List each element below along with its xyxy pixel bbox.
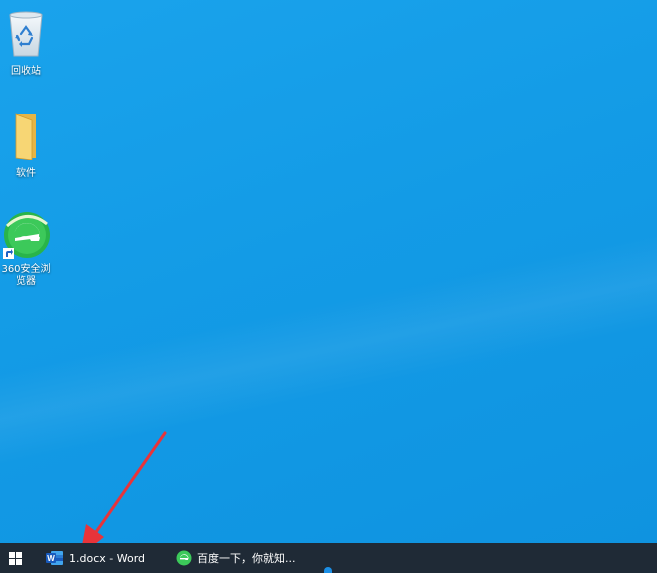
taskbar-item-label: 1.docx - Word <box>69 551 146 565</box>
desktop-icon-360-browser[interactable]: 360安全浏览器 <box>0 210 55 288</box>
desktop-icon-folder[interactable]: 软件 <box>0 112 55 180</box>
word-icon: W <box>46 550 64 566</box>
desktop: 回收站 软件 360安全浏览器 <box>0 0 657 543</box>
360-browser-icon <box>176 550 192 566</box>
wallpaper-light-beam <box>0 217 657 473</box>
desktop-icon-label: 360安全浏览器 <box>1 264 51 287</box>
taskbar-item-label: 百度一下，你就知... <box>197 552 296 565</box>
desktop-icon-label: 回收站 <box>11 66 41 77</box>
windows-start-icon <box>8 551 22 565</box>
shortcut-arrow-icon <box>3 248 14 259</box>
desktop-icon-recycle-bin[interactable]: 回收站 <box>0 10 55 78</box>
desktop-icon-label: 软件 <box>16 168 36 179</box>
svg-text:W: W <box>47 554 55 563</box>
start-button[interactable] <box>0 543 30 573</box>
taskbar-active-indicator <box>324 567 332 573</box>
360-browser-icon <box>1 210 51 260</box>
taskbar-item-word[interactable]: W 1.docx - Word <box>40 543 160 573</box>
taskbar-item-browser[interactable]: 百度一下，你就知... <box>170 543 320 573</box>
recycle-bin-icon <box>0 10 55 62</box>
folder-icon <box>0 112 55 164</box>
